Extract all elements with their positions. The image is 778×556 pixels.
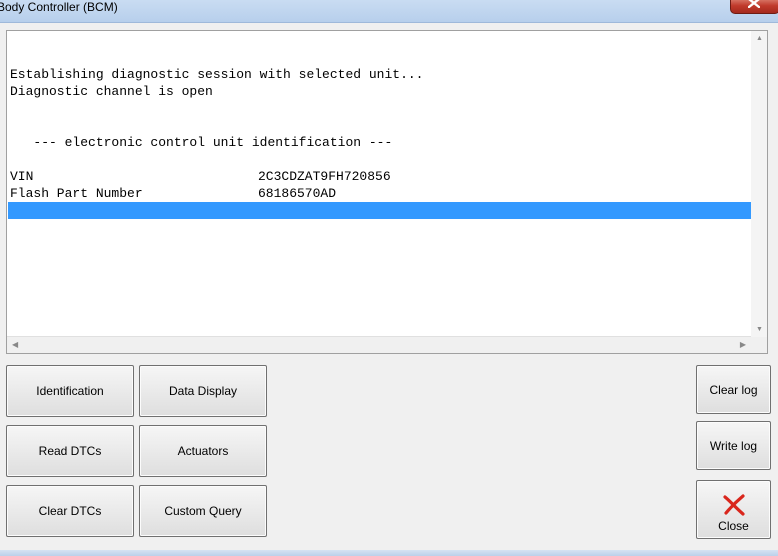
log-line-value: 2C3CDZAT9FH720856 (258, 169, 391, 184)
log-line[interactable] (10, 117, 752, 134)
window-bottom-border (0, 550, 778, 556)
window-close-button[interactable] (730, 0, 778, 14)
log-line-label: Establishing diagnostic session with sel… (10, 67, 424, 82)
scroll-down-icon[interactable]: ▼ (756, 326, 763, 333)
scrollbar-corner (751, 337, 767, 353)
actuators-button[interactable]: Actuators (139, 425, 267, 477)
log-line-selected[interactable] (8, 202, 752, 219)
scroll-right-icon[interactable]: ▶ (740, 340, 746, 349)
data-display-button[interactable]: Data Display (139, 365, 267, 417)
log-line[interactable]: Diagnostic channel is open (10, 83, 752, 100)
title-bar: Body Controller (BCM) (0, 0, 778, 23)
log-line[interactable]: Establishing diagnostic session with sel… (10, 66, 752, 83)
close-button-label: Close (718, 519, 749, 533)
log-line-label: Diagnostic channel is open (10, 84, 213, 99)
read-dtcs-button[interactable]: Read DTCs (6, 425, 134, 477)
log-line[interactable] (10, 100, 752, 117)
clear-dtcs-button[interactable]: Clear DTCs (6, 485, 134, 537)
log-lines: Establishing diagnostic session with sel… (8, 49, 752, 219)
log-line[interactable] (10, 49, 752, 66)
red-x-icon (722, 494, 745, 516)
log-line-label: VIN (10, 169, 34, 184)
log-line-label: Flash Part Number (10, 186, 143, 201)
log-line[interactable]: Flash Part Number 68186570AD (10, 185, 752, 202)
log-output[interactable]: Establishing diagnostic session with sel… (6, 30, 768, 354)
log-line[interactable]: --- electronic control unit identificati… (10, 134, 752, 151)
horizontal-scrollbar[interactable]: ◀ ▶ (7, 336, 751, 353)
log-line[interactable] (10, 151, 752, 168)
close-icon (748, 0, 760, 8)
identification-button[interactable]: Identification (6, 365, 134, 417)
window-title: Body Controller (BCM) (0, 0, 118, 14)
log-line-label: --- electronic control unit identificati… (10, 135, 393, 150)
custom-query-button[interactable]: Custom Query (139, 485, 267, 537)
write-log-button[interactable]: Write log (696, 421, 771, 470)
scroll-up-icon[interactable]: ▲ (756, 35, 763, 42)
scroll-left-icon[interactable]: ◀ (12, 340, 18, 349)
close-button[interactable]: Close (696, 480, 771, 539)
vertical-scrollbar[interactable]: ▲ ▼ (751, 31, 767, 337)
log-line-value: 68186570AD (258, 186, 337, 201)
clear-log-button[interactable]: Clear log (696, 365, 771, 414)
log-line[interactable]: VIN 2C3CDZAT9FH720856 (10, 168, 752, 185)
